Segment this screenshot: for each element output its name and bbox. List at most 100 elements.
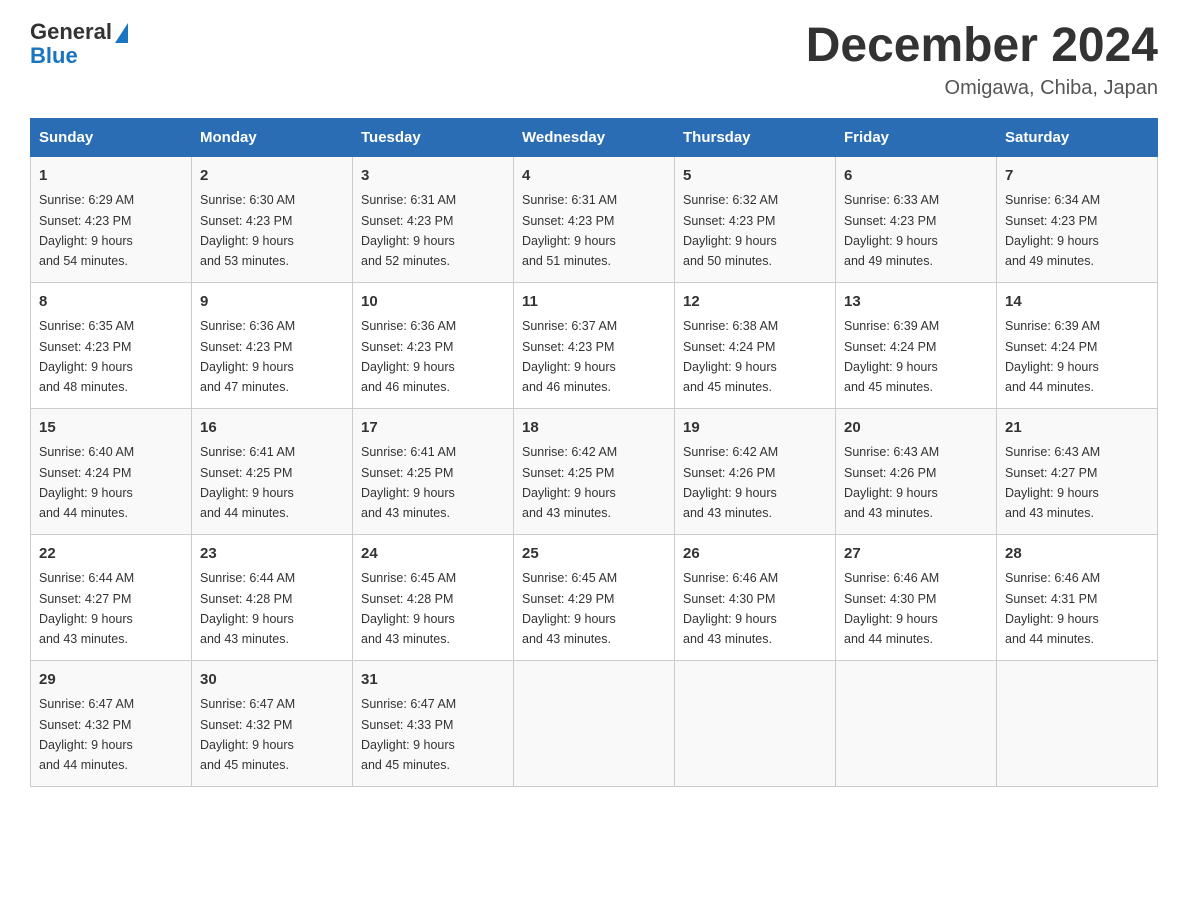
col-tuesday: Tuesday bbox=[353, 118, 514, 156]
col-thursday: Thursday bbox=[675, 118, 836, 156]
col-wednesday: Wednesday bbox=[514, 118, 675, 156]
day-info: Sunrise: 6:47 AMSunset: 4:33 PMDaylight:… bbox=[361, 697, 456, 772]
day-number: 9 bbox=[200, 291, 344, 314]
day-info: Sunrise: 6:46 AMSunset: 4:31 PMDaylight:… bbox=[1005, 571, 1100, 646]
calendar-day-cell: 25 Sunrise: 6:45 AMSunset: 4:29 PMDaylig… bbox=[514, 534, 675, 660]
location: Omigawa, Chiba, Japan bbox=[806, 77, 1158, 100]
calendar-day-cell: 20 Sunrise: 6:43 AMSunset: 4:26 PMDaylig… bbox=[836, 408, 997, 534]
day-info: Sunrise: 6:42 AMSunset: 4:25 PMDaylight:… bbox=[522, 445, 617, 520]
calendar-day-cell: 21 Sunrise: 6:43 AMSunset: 4:27 PMDaylig… bbox=[997, 408, 1158, 534]
calendar-day-cell: 30 Sunrise: 6:47 AMSunset: 4:32 PMDaylig… bbox=[192, 660, 353, 786]
day-number: 28 bbox=[1005, 543, 1149, 566]
day-info: Sunrise: 6:37 AMSunset: 4:23 PMDaylight:… bbox=[522, 319, 617, 394]
day-number: 16 bbox=[200, 417, 344, 440]
calendar-day-cell: 3 Sunrise: 6:31 AMSunset: 4:23 PMDayligh… bbox=[353, 156, 514, 282]
calendar-day-cell: 31 Sunrise: 6:47 AMSunset: 4:33 PMDaylig… bbox=[353, 660, 514, 786]
day-info: Sunrise: 6:47 AMSunset: 4:32 PMDaylight:… bbox=[39, 697, 134, 772]
calendar-day-cell: 11 Sunrise: 6:37 AMSunset: 4:23 PMDaylig… bbox=[514, 282, 675, 408]
day-info: Sunrise: 6:42 AMSunset: 4:26 PMDaylight:… bbox=[683, 445, 778, 520]
calendar-week-row: 1 Sunrise: 6:29 AMSunset: 4:23 PMDayligh… bbox=[31, 156, 1158, 282]
calendar-day-cell: 22 Sunrise: 6:44 AMSunset: 4:27 PMDaylig… bbox=[31, 534, 192, 660]
day-info: Sunrise: 6:47 AMSunset: 4:32 PMDaylight:… bbox=[200, 697, 295, 772]
calendar-day-cell: 18 Sunrise: 6:42 AMSunset: 4:25 PMDaylig… bbox=[514, 408, 675, 534]
day-number: 27 bbox=[844, 543, 988, 566]
day-info: Sunrise: 6:41 AMSunset: 4:25 PMDaylight:… bbox=[200, 445, 295, 520]
day-number: 7 bbox=[1005, 165, 1149, 188]
title-block: December 2024 Omigawa, Chiba, Japan bbox=[806, 20, 1158, 100]
day-number: 1 bbox=[39, 165, 183, 188]
day-info: Sunrise: 6:39 AMSunset: 4:24 PMDaylight:… bbox=[1005, 319, 1100, 394]
day-info: Sunrise: 6:44 AMSunset: 4:27 PMDaylight:… bbox=[39, 571, 134, 646]
day-info: Sunrise: 6:41 AMSunset: 4:25 PMDaylight:… bbox=[361, 445, 456, 520]
day-info: Sunrise: 6:40 AMSunset: 4:24 PMDaylight:… bbox=[39, 445, 134, 520]
calendar-week-row: 8 Sunrise: 6:35 AMSunset: 4:23 PMDayligh… bbox=[31, 282, 1158, 408]
day-number: 14 bbox=[1005, 291, 1149, 314]
calendar-week-row: 15 Sunrise: 6:40 AMSunset: 4:24 PMDaylig… bbox=[31, 408, 1158, 534]
day-number: 5 bbox=[683, 165, 827, 188]
calendar-day-cell: 24 Sunrise: 6:45 AMSunset: 4:28 PMDaylig… bbox=[353, 534, 514, 660]
calendar-day-cell: 26 Sunrise: 6:46 AMSunset: 4:30 PMDaylig… bbox=[675, 534, 836, 660]
day-number: 31 bbox=[361, 669, 505, 692]
day-info: Sunrise: 6:45 AMSunset: 4:29 PMDaylight:… bbox=[522, 571, 617, 646]
day-info: Sunrise: 6:33 AMSunset: 4:23 PMDaylight:… bbox=[844, 193, 939, 268]
day-info: Sunrise: 6:31 AMSunset: 4:23 PMDaylight:… bbox=[361, 193, 456, 268]
day-info: Sunrise: 6:36 AMSunset: 4:23 PMDaylight:… bbox=[361, 319, 456, 394]
day-number: 20 bbox=[844, 417, 988, 440]
day-info: Sunrise: 6:31 AMSunset: 4:23 PMDaylight:… bbox=[522, 193, 617, 268]
calendar-day-cell: 2 Sunrise: 6:30 AMSunset: 4:23 PMDayligh… bbox=[192, 156, 353, 282]
calendar-header-row: Sunday Monday Tuesday Wednesday Thursday… bbox=[31, 118, 1158, 156]
col-saturday: Saturday bbox=[997, 118, 1158, 156]
calendar-day-cell: 5 Sunrise: 6:32 AMSunset: 4:23 PMDayligh… bbox=[675, 156, 836, 282]
calendar-day-cell bbox=[675, 660, 836, 786]
day-number: 25 bbox=[522, 543, 666, 566]
calendar-day-cell: 7 Sunrise: 6:34 AMSunset: 4:23 PMDayligh… bbox=[997, 156, 1158, 282]
day-number: 3 bbox=[361, 165, 505, 188]
day-number: 23 bbox=[200, 543, 344, 566]
day-number: 19 bbox=[683, 417, 827, 440]
calendar-day-cell: 17 Sunrise: 6:41 AMSunset: 4:25 PMDaylig… bbox=[353, 408, 514, 534]
day-info: Sunrise: 6:46 AMSunset: 4:30 PMDaylight:… bbox=[844, 571, 939, 646]
calendar-day-cell: 10 Sunrise: 6:36 AMSunset: 4:23 PMDaylig… bbox=[353, 282, 514, 408]
calendar-day-cell bbox=[836, 660, 997, 786]
calendar-day-cell: 15 Sunrise: 6:40 AMSunset: 4:24 PMDaylig… bbox=[31, 408, 192, 534]
day-info: Sunrise: 6:43 AMSunset: 4:26 PMDaylight:… bbox=[844, 445, 939, 520]
calendar-day-cell: 1 Sunrise: 6:29 AMSunset: 4:23 PMDayligh… bbox=[31, 156, 192, 282]
day-number: 6 bbox=[844, 165, 988, 188]
logo-general: General bbox=[30, 20, 112, 44]
day-info: Sunrise: 6:46 AMSunset: 4:30 PMDaylight:… bbox=[683, 571, 778, 646]
calendar-day-cell bbox=[997, 660, 1158, 786]
day-info: Sunrise: 6:45 AMSunset: 4:28 PMDaylight:… bbox=[361, 571, 456, 646]
day-number: 4 bbox=[522, 165, 666, 188]
day-number: 21 bbox=[1005, 417, 1149, 440]
day-number: 12 bbox=[683, 291, 827, 314]
day-number: 18 bbox=[522, 417, 666, 440]
day-info: Sunrise: 6:35 AMSunset: 4:23 PMDaylight:… bbox=[39, 319, 134, 394]
day-number: 8 bbox=[39, 291, 183, 314]
day-info: Sunrise: 6:34 AMSunset: 4:23 PMDaylight:… bbox=[1005, 193, 1100, 268]
day-info: Sunrise: 6:29 AMSunset: 4:23 PMDaylight:… bbox=[39, 193, 134, 268]
calendar-week-row: 22 Sunrise: 6:44 AMSunset: 4:27 PMDaylig… bbox=[31, 534, 1158, 660]
day-info: Sunrise: 6:36 AMSunset: 4:23 PMDaylight:… bbox=[200, 319, 295, 394]
calendar-day-cell: 8 Sunrise: 6:35 AMSunset: 4:23 PMDayligh… bbox=[31, 282, 192, 408]
day-number: 17 bbox=[361, 417, 505, 440]
calendar-day-cell: 16 Sunrise: 6:41 AMSunset: 4:25 PMDaylig… bbox=[192, 408, 353, 534]
calendar-day-cell: 9 Sunrise: 6:36 AMSunset: 4:23 PMDayligh… bbox=[192, 282, 353, 408]
day-info: Sunrise: 6:32 AMSunset: 4:23 PMDaylight:… bbox=[683, 193, 778, 268]
logo-blue: Blue bbox=[30, 43, 78, 68]
month-title: December 2024 bbox=[806, 20, 1158, 73]
logo: General Blue bbox=[30, 20, 128, 68]
calendar-table: Sunday Monday Tuesday Wednesday Thursday… bbox=[30, 118, 1158, 787]
logo-triangle-icon bbox=[115, 23, 128, 43]
calendar-day-cell: 29 Sunrise: 6:47 AMSunset: 4:32 PMDaylig… bbox=[31, 660, 192, 786]
day-number: 13 bbox=[844, 291, 988, 314]
day-number: 30 bbox=[200, 669, 344, 692]
day-number: 15 bbox=[39, 417, 183, 440]
day-number: 22 bbox=[39, 543, 183, 566]
day-number: 26 bbox=[683, 543, 827, 566]
calendar-week-row: 29 Sunrise: 6:47 AMSunset: 4:32 PMDaylig… bbox=[31, 660, 1158, 786]
calendar-day-cell: 4 Sunrise: 6:31 AMSunset: 4:23 PMDayligh… bbox=[514, 156, 675, 282]
day-number: 2 bbox=[200, 165, 344, 188]
day-number: 11 bbox=[522, 291, 666, 314]
col-friday: Friday bbox=[836, 118, 997, 156]
calendar-day-cell: 28 Sunrise: 6:46 AMSunset: 4:31 PMDaylig… bbox=[997, 534, 1158, 660]
